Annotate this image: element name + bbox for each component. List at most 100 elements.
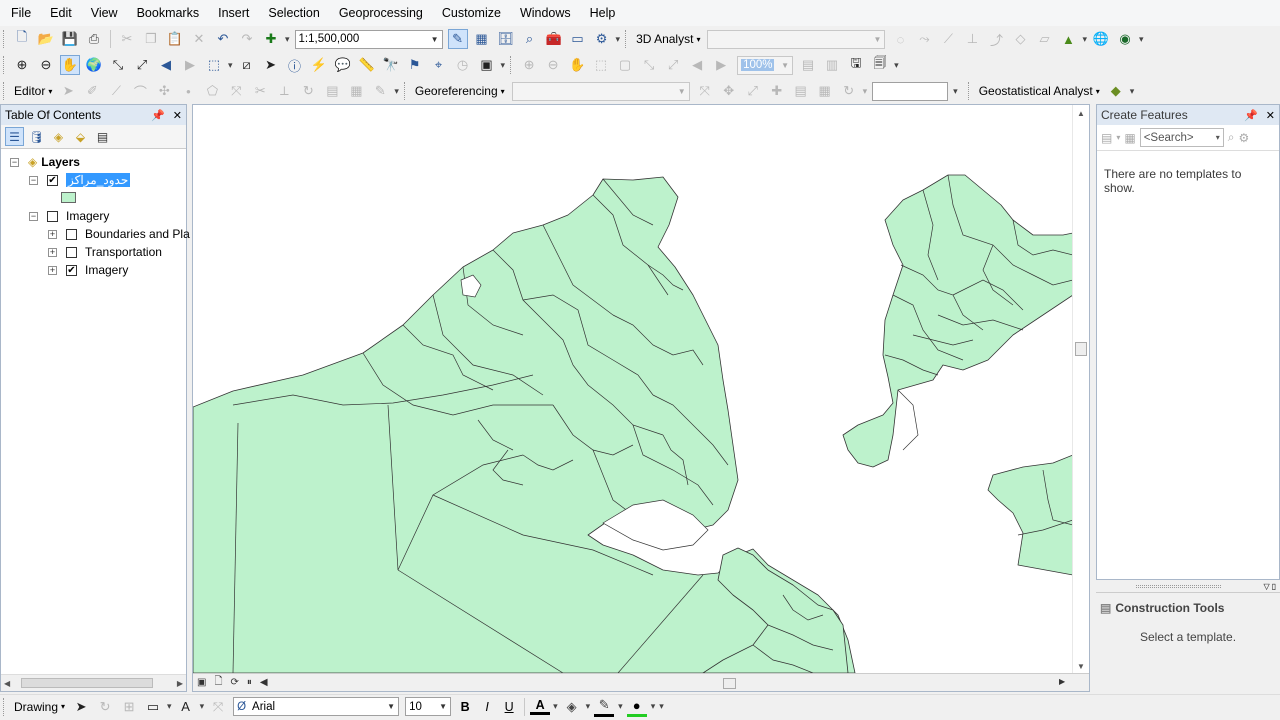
go-to-xy-icon[interactable]: ⌖: [429, 55, 449, 75]
collapse-icon[interactable]: −: [29, 175, 38, 185]
symbol-swatch[interactable]: [61, 192, 76, 203]
scroll-up-icon[interactable]: ▲: [1077, 109, 1085, 118]
toolbar-grip[interactable]: [3, 56, 7, 74]
marker-color-icon[interactable]: ●: [626, 697, 647, 717]
change-layout-icon[interactable]: 🖫: [846, 55, 866, 75]
layer-item[interactable]: + Boundaries and Pla: [48, 225, 190, 243]
panel-splitter[interactable]: ▽ ▯: [1096, 580, 1280, 593]
zoom-100-icon[interactable]: ▢: [615, 55, 635, 75]
zoom-to-selected-icon[interactable]: ⊞: [119, 697, 139, 717]
html-popup-icon[interactable]: 💬: [333, 55, 353, 75]
full-extent-icon[interactable]: 🌍: [84, 55, 104, 75]
toolbar-options-icon[interactable]: ▾: [501, 60, 506, 71]
delete-icon[interactable]: ✕: [189, 29, 209, 49]
layer-visibility-checkbox[interactable]: [47, 210, 58, 222]
chevron-down-icon[interactable]: ▾: [167, 701, 172, 712]
fixed-zoom-out-icon[interactable]: ⤢: [132, 55, 152, 75]
template-search-input[interactable]: <Search> ▾: [1139, 128, 1224, 147]
font-color-button[interactable]: A: [530, 698, 551, 715]
split-icon[interactable]: ⟂: [274, 81, 294, 101]
pan-icon[interactable]: ✋: [60, 55, 80, 75]
chevron-down-icon[interactable]: ▾: [553, 701, 558, 712]
select-elements-icon[interactable]: ➤: [71, 697, 91, 717]
data-driven-pages-icon[interactable]: 🗐: [870, 55, 890, 75]
filter-icon[interactable]: ▤: [1101, 131, 1112, 145]
toggle-draft-icon[interactable]: ▤: [798, 55, 818, 75]
toolbar-grip[interactable]: [3, 82, 7, 100]
create-viewer-icon[interactable]: ▣: [477, 55, 497, 75]
chevron-down-icon[interactable]: ▾: [618, 701, 623, 712]
layer-item[interactable]: + Transportation: [48, 243, 162, 261]
menu-bookmarks[interactable]: Bookmarks: [126, 0, 208, 26]
back-extent-icon[interactable]: ◀: [156, 55, 176, 75]
focus-data-frame-icon[interactable]: ▥: [822, 55, 842, 75]
arctoolbox-icon[interactable]: 🧰: [544, 29, 564, 49]
scroll-down-icon[interactable]: ▼: [1077, 662, 1085, 671]
font-size-combo[interactable]: 10 ▼: [405, 697, 452, 716]
zoom-whole-page-icon[interactable]: ⬚: [591, 55, 611, 75]
scroll-left-icon[interactable]: ◀: [260, 677, 268, 688]
cut-polygons-icon[interactable]: ✂: [250, 81, 270, 101]
chevron-down-icon[interactable]: ▾: [863, 86, 868, 97]
point-icon[interactable]: •: [178, 81, 198, 101]
expand-icon[interactable]: +: [48, 229, 57, 239]
menu-insert[interactable]: Insert: [207, 0, 257, 26]
collapse-icon[interactable]: ▽: [1263, 582, 1269, 591]
edit-annotation-icon[interactable]: ✐: [82, 81, 102, 101]
layout-zoom-combo[interactable]: 100% ▼: [737, 55, 794, 75]
bold-button[interactable]: B: [455, 700, 475, 714]
copy-icon[interactable]: ❐: [141, 29, 161, 49]
layout-pan-icon[interactable]: ✋: [567, 55, 587, 75]
find-route-icon[interactable]: ⚑: [405, 55, 425, 75]
expand-icon[interactable]: +: [48, 247, 57, 257]
pin-icon[interactable]: 📌: [1244, 109, 1258, 122]
pause-drawing-icon[interactable]: ⏸: [247, 677, 252, 688]
zoom-out-icon[interactable]: ⊖: [36, 55, 56, 75]
collapse-icon[interactable]: −: [10, 157, 19, 167]
list-by-drawing-order-icon[interactable]: ☰: [5, 127, 24, 146]
menu-customize[interactable]: Customize: [431, 0, 509, 26]
editor-menu[interactable]: Editor ▾: [10, 84, 56, 98]
text-tool-icon[interactable]: A: [176, 697, 196, 717]
chevron-down-icon[interactable]: ▾: [1116, 133, 1120, 142]
viewer-icon[interactable]: ▦: [815, 81, 835, 101]
print-icon[interactable]: ⎙: [84, 29, 104, 49]
time-slider-icon[interactable]: ◷: [453, 55, 473, 75]
scale-icon[interactable]: ⤢: [743, 81, 763, 101]
scroll-right-icon[interactable]: ▶: [177, 679, 183, 688]
organize-templates-icon[interactable]: ▦: [1124, 131, 1135, 145]
search-icon[interactable]: ⌕: [1228, 130, 1235, 145]
edit-vertices-icon[interactable]: ⤧: [208, 697, 228, 717]
layout-fixed-zoom-in-icon[interactable]: ⤡: [639, 55, 659, 75]
interpolate-line-icon[interactable]: ⤴: [986, 29, 1006, 49]
identify-icon[interactable]: ⓘ: [285, 55, 305, 75]
layout-fixed-zoom-out-icon[interactable]: ⤢: [663, 55, 683, 75]
settings-icon[interactable]: ⚙: [1238, 131, 1249, 145]
create-graph-icon[interactable]: ▲: [1058, 29, 1078, 49]
forward-extent-icon[interactable]: ▶: [180, 55, 200, 75]
layer-visibility-checkbox[interactable]: [66, 228, 77, 240]
layer-visibility-checkbox[interactable]: ✔: [47, 174, 58, 186]
select-elements-icon[interactable]: ➤: [261, 55, 281, 75]
contour-icon[interactable]: ◌: [890, 29, 910, 49]
scroll-left-icon[interactable]: ◀: [4, 679, 10, 688]
toolbar-options-icon[interactable]: ▾: [1139, 34, 1144, 45]
map-scale-combo[interactable]: 1:1,500,000 ▼: [294, 29, 443, 49]
chevron-down-icon[interactable]: ▾: [586, 701, 591, 712]
scroll-thumb[interactable]: [1075, 342, 1087, 356]
3d-layer-combo[interactable]: ▼: [707, 29, 886, 49]
rotate-icon[interactable]: ↻: [298, 81, 318, 101]
toolbar-grip[interactable]: [510, 56, 514, 74]
rotate-view-icon[interactable]: ↻: [839, 81, 859, 101]
toc-options-icon[interactable]: ▤: [93, 127, 112, 146]
create-features-icon[interactable]: ✎: [370, 81, 390, 101]
pin-icon[interactable]: 📌: [151, 109, 165, 122]
cut-icon[interactable]: ✂: [117, 29, 137, 49]
toolbar-options-icon[interactable]: ▾: [953, 86, 958, 97]
toolbar-options-icon[interactable]: ▾: [1130, 86, 1135, 97]
layout-forward-icon[interactable]: ▶: [711, 55, 731, 75]
chevron-down-icon[interactable]: ▾: [228, 60, 233, 71]
arcscene-icon[interactable]: 🌐: [1091, 29, 1111, 49]
restore-icon[interactable]: ▯: [1272, 582, 1276, 591]
close-icon[interactable]: ✕: [173, 109, 182, 122]
